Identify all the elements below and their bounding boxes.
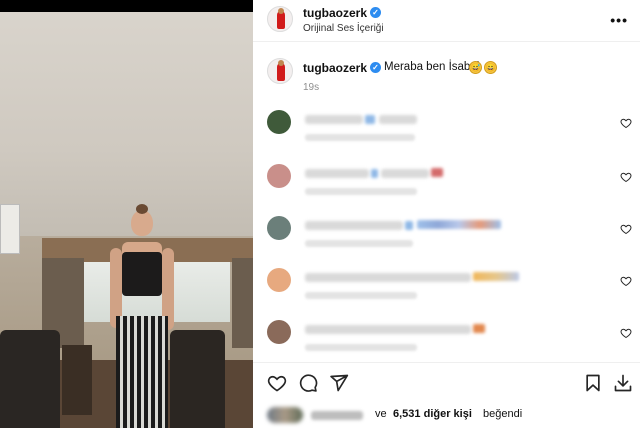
comment-item [253, 216, 640, 266]
verified-badge-icon: ✓ [370, 62, 381, 73]
likes-suffix: beğendi [483, 408, 523, 420]
comment-emoji-blurred [371, 169, 378, 178]
author-avatar[interactable] [267, 6, 293, 32]
share-paper-plane-icon[interactable] [329, 373, 349, 393]
caption-time[interactable]: 19s [303, 82, 319, 93]
comment-emoji-blurred [431, 168, 443, 177]
verified-badge-icon: ✓ [370, 7, 381, 18]
likes-others-label[interactable]: diğer kişi [424, 408, 472, 420]
action-bar [253, 362, 640, 402]
caption-text: Meraba ben İsabel [384, 61, 480, 73]
comment-item [253, 110, 640, 160]
media-top-bar [0, 0, 253, 12]
post-sidebar: tugbaozerk ✓ Orijinal Ses İçeriği ••• tu… [253, 0, 640, 428]
comment-username-blurred[interactable] [305, 169, 369, 178]
comment-item [253, 164, 640, 214]
caption-username[interactable]: tugbaozerk [303, 61, 367, 75]
comment-emoji-blurred [365, 115, 375, 124]
comment-text-blurred [305, 273, 471, 282]
comment-emojis-blurred [473, 272, 519, 281]
comment-item [253, 268, 640, 318]
media-side-table [62, 345, 92, 415]
comment-meta-blurred [305, 188, 417, 195]
comment-username-blurred[interactable] [305, 115, 363, 124]
post-media[interactable] [0, 0, 253, 428]
comment-heart-icon[interactable] [620, 327, 632, 339]
audio-label[interactable]: Orijinal Ses İçeriği [303, 23, 384, 34]
comment-text-blurred [305, 325, 471, 334]
likes-count[interactable]: 6,531 [393, 408, 421, 420]
commenter-avatar[interactable] [267, 216, 291, 240]
comment-emoji-blurred [473, 324, 485, 333]
caption-author-avatar[interactable] [267, 58, 293, 84]
comment-heart-icon[interactable] [620, 275, 632, 287]
comment-heart-icon[interactable] [620, 171, 632, 183]
comment-heart-icon[interactable] [620, 117, 632, 129]
media-air-conditioner [0, 204, 20, 254]
caption-emoji-1: 😅 [469, 61, 482, 74]
bookmark-icon[interactable] [583, 373, 603, 393]
media-chair-left [0, 330, 60, 428]
post-header: tugbaozerk ✓ Orijinal Ses İçeriği ••• [253, 0, 640, 42]
likes-summary[interactable]: ve 6,531 diğer kişi beğendi [253, 402, 640, 428]
comment-text-blurred [379, 115, 417, 124]
comment-meta-blurred [305, 134, 415, 141]
caption-emoji-2: 😄 [484, 61, 497, 74]
comment-bubble-icon[interactable] [298, 373, 318, 393]
liker-name-blurred[interactable] [311, 411, 363, 420]
comment-meta-blurred [305, 292, 417, 299]
media-curtain-right [232, 258, 253, 348]
commenter-avatar[interactable] [267, 320, 291, 344]
commenter-avatar[interactable] [267, 110, 291, 134]
likes-count-link[interactable]: 6,531 diğer kişi [393, 408, 472, 420]
media-person [100, 204, 180, 428]
likes-connector: ve [375, 408, 387, 420]
download-icon[interactable] [613, 373, 633, 393]
comment-emoji-blurred [405, 221, 413, 230]
heart-icon[interactable] [267, 373, 287, 393]
comment-meta-blurred [305, 240, 413, 247]
commenter-avatar[interactable] [267, 164, 291, 188]
comment-meta-blurred [305, 344, 417, 351]
commenter-avatar[interactable] [267, 268, 291, 292]
author-username[interactable]: tugbaozerk [303, 6, 367, 20]
comment-heart-icon[interactable] [620, 223, 632, 235]
more-dots-icon[interactable]: ••• [610, 12, 628, 28]
comment-emojis-blurred [417, 220, 501, 229]
liker-avatars-blurred [267, 407, 303, 423]
comment-text-blurred [381, 169, 429, 178]
comment-username-blurred[interactable] [305, 221, 403, 230]
